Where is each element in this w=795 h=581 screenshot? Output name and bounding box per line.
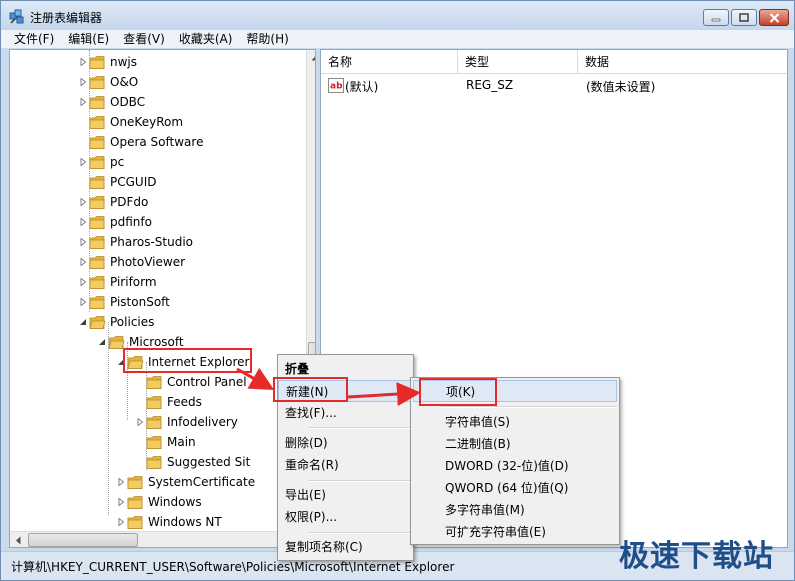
annotation-arrows <box>236 367 421 407</box>
arrow-to-new <box>236 367 275 390</box>
arrow-to-key <box>347 382 421 407</box>
registry-editor-window: 注册表编辑器 文件(F) 编辑(E) 查看(V) 收藏夹(A) 帮助(H) nw… <box>0 0 795 581</box>
